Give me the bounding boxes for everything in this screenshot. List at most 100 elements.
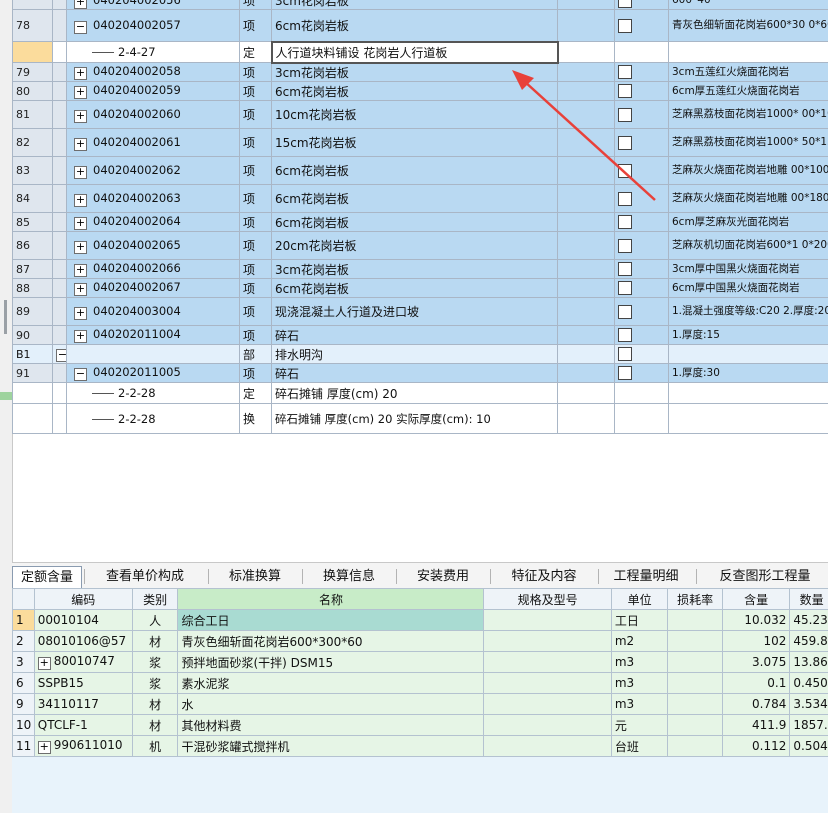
row-name[interactable]: 人行道块料铺设 花岗岩人行道板 — [270, 40, 559, 64]
checkbox[interactable] — [618, 107, 632, 122]
row-checkbox[interactable] — [614, 41, 669, 63]
table-row[interactable]: 89 +040204003004 项现浇混凝土人行道及进口坡 1.混凝土强度等级:C2… — [12, 297, 828, 326]
row-qty[interactable]: 0.1 — [721, 672, 791, 694]
row-checkbox[interactable] — [614, 0, 669, 10]
row-code[interactable]: +040204002063 — [66, 184, 240, 213]
row-checkbox[interactable] — [614, 344, 669, 364]
table-row[interactable]: 83 +040204002062 项 6cm花岗岩板 芝麻灰火烧面花岗岩地雕 00*10… — [12, 156, 828, 185]
row-code[interactable]: +040202011004 — [66, 325, 240, 345]
table-row[interactable]: +040204002056项3cm花岗岩板 600*40 — [12, 0, 828, 10]
row-code[interactable]: +80010747 — [33, 651, 133, 673]
row-checkbox[interactable] — [614, 212, 669, 232]
row-name[interactable]: 预拌地面砂浆(干拌) DSM15 — [177, 651, 485, 673]
checkbox[interactable] — [618, 328, 632, 343]
row-checkbox[interactable] — [614, 231, 669, 260]
row-name[interactable]: 排水明沟 — [271, 344, 558, 364]
row-loss[interactable] — [667, 651, 723, 673]
row-loss[interactable] — [667, 714, 723, 736]
row-name[interactable]: 15cm花岗岩板 — [271, 128, 558, 157]
table-row[interactable]: 11+990611010机干混砂浆罐式搅拌机 台班 0.1120.5049 — [12, 735, 828, 757]
table-row[interactable]: 85 +040204002064 项 6cm花岗岩板 6cm厚芝麻灰光面花岗岩 — [12, 212, 828, 232]
row-code[interactable]: +040204002064 — [66, 212, 240, 232]
row-code[interactable]: 2-2-28 — [66, 403, 240, 434]
tab-quantity-detail[interactable]: 工程量明细 — [602, 566, 690, 588]
row-name[interactable]: 10cm花岗岩板 — [271, 100, 558, 129]
row-checkbox[interactable] — [614, 297, 669, 326]
row-code[interactable]: 2-2-28 — [66, 382, 240, 404]
expand-icon[interactable]: + — [74, 0, 87, 9]
row-code[interactable]: +040204002058 — [66, 62, 240, 82]
row-spec[interactable] — [483, 651, 612, 673]
table-row[interactable]: 3+80010747浆预拌地面砂浆(干拌) DSM15 m3 3.07513.864 — [12, 651, 828, 673]
table-row[interactable]: 78 −040204002057 项 6cm花岗岩板 青灰色细斩面花岗岩600*30 0… — [12, 9, 828, 42]
table-row[interactable]: 90 +040202011004 项碎石 1.厚度:15 — [12, 325, 828, 345]
row-name[interactable]: 3cm花岗岩板 — [271, 62, 558, 82]
checkbox[interactable] — [618, 18, 632, 33]
expand-icon[interactable]: + — [74, 165, 87, 179]
row-loss[interactable] — [667, 609, 723, 631]
checkbox[interactable] — [618, 215, 632, 230]
row-name[interactable]: 青灰色细斩面花岗岩600*300*60 — [177, 630, 485, 652]
row-code[interactable]: QTCLF-1 — [33, 714, 133, 736]
row-code[interactable]: +040204002065 — [66, 231, 240, 260]
row-name[interactable]: 20cm花岗岩板 — [271, 231, 558, 260]
header-type[interactable]: 类别 — [131, 588, 179, 610]
header-qty[interactable]: 含量 — [721, 588, 791, 610]
table-row[interactable]: 10QTCLF-1材其他材料费 元 411.91857.1 — [12, 714, 828, 736]
row-loss[interactable] — [667, 693, 723, 715]
row-name[interactable]: 6cm花岗岩板 — [271, 156, 558, 185]
row-code[interactable]: +040204002062 — [66, 156, 240, 185]
row-qty[interactable]: 102 — [721, 630, 791, 652]
tab-install-fee[interactable]: 安装费用 — [402, 566, 484, 588]
row-code[interactable]: 34110117 — [33, 693, 133, 715]
expand-icon[interactable]: + — [74, 330, 87, 343]
splitter-handle[interactable] — [4, 300, 7, 334]
row-name[interactable]: 碎石摊铺 厚度(cm) 20 实际厚度(cm): 10 — [271, 403, 558, 434]
row-code[interactable]: +040204002066 — [66, 259, 240, 279]
checkbox[interactable] — [618, 262, 632, 277]
expand-icon[interactable]: + — [74, 240, 87, 254]
table-row[interactable]: 934110117材水 m3 0.7843.5348 — [12, 693, 828, 715]
row-name[interactable]: 干混砂浆罐式搅拌机 — [177, 735, 485, 757]
row-name[interactable]: 6cm花岗岩板 — [271, 81, 558, 101]
row-code[interactable]: +990611010 — [33, 735, 133, 757]
row-checkbox[interactable] — [614, 259, 669, 279]
row-qty[interactable]: 411.9 — [721, 714, 791, 736]
row-checkbox[interactable] — [614, 325, 669, 345]
row-name[interactable]: 6cm花岗岩板 — [271, 184, 558, 213]
row-code[interactable]: 00010104 — [33, 609, 133, 631]
header-unit[interactable]: 单位 — [610, 588, 669, 610]
row-name[interactable]: 水 — [177, 693, 485, 715]
tab-unit-price[interactable]: 查看单价构成 — [90, 566, 200, 588]
header-amount[interactable]: 数量 — [789, 588, 828, 610]
row-code[interactable]: +040204002060 — [66, 100, 240, 129]
table-row[interactable]: 86 +040204002065 项 20cm花岗岩板 芝麻灰机切面花岗岩600*1 0… — [12, 231, 828, 260]
table-row[interactable]: 6SSPB15浆素水泥浆 m3 0.10.4508 — [12, 672, 828, 694]
table-row[interactable]: 80 +040204002059 项 6cm花岗岩板 6cm厚五莲红火烧面花岗岩 — [12, 81, 828, 101]
checkbox[interactable] — [618, 366, 632, 381]
row-checkbox[interactable] — [614, 62, 669, 82]
row-name[interactable]: 素水泥浆 — [177, 672, 485, 694]
checkbox[interactable] — [618, 163, 632, 178]
expand-icon[interactable]: + — [37, 657, 51, 670]
row-qty[interactable]: 3.075 — [721, 651, 791, 673]
row-spec[interactable] — [483, 735, 612, 757]
row-checkbox[interactable] — [614, 81, 669, 101]
row-loss[interactable] — [667, 672, 723, 694]
tab-standard-conversion[interactable]: 标准换算 — [214, 566, 296, 588]
collapse-icon[interactable]: − — [74, 368, 87, 381]
quota-row[interactable]: 2-2-28 定碎石摊铺 厚度(cm) 20 — [12, 382, 828, 404]
table-row[interactable]: 84 +040204002063 项 6cm花岗岩板 芝麻灰火烧面花岗岩地雕 00*18… — [12, 184, 828, 213]
row-checkbox[interactable] — [614, 278, 669, 298]
checkbox[interactable] — [618, 0, 632, 8]
checkbox[interactable] — [618, 191, 632, 206]
expand-icon[interactable]: + — [74, 264, 87, 277]
row-name[interactable]: 碎石摊铺 厚度(cm) 20 — [271, 382, 558, 404]
quota-row[interactable]: 2-2-28 换碎石摊铺 厚度(cm) 20 实际厚度(cm): 10 — [12, 403, 828, 434]
row-name[interactable]: 碎石 — [271, 325, 558, 345]
section-row[interactable]: B1− 部排水明沟 — [12, 344, 828, 364]
row-checkbox[interactable] — [614, 363, 669, 383]
row-code[interactable]: +040204002067 — [66, 278, 240, 298]
table-row[interactable]: 88 +040204002067 项 6cm花岗岩板 6cm厚中国黑火烧面花岗岩 — [12, 278, 828, 298]
checkbox[interactable] — [618, 84, 632, 99]
